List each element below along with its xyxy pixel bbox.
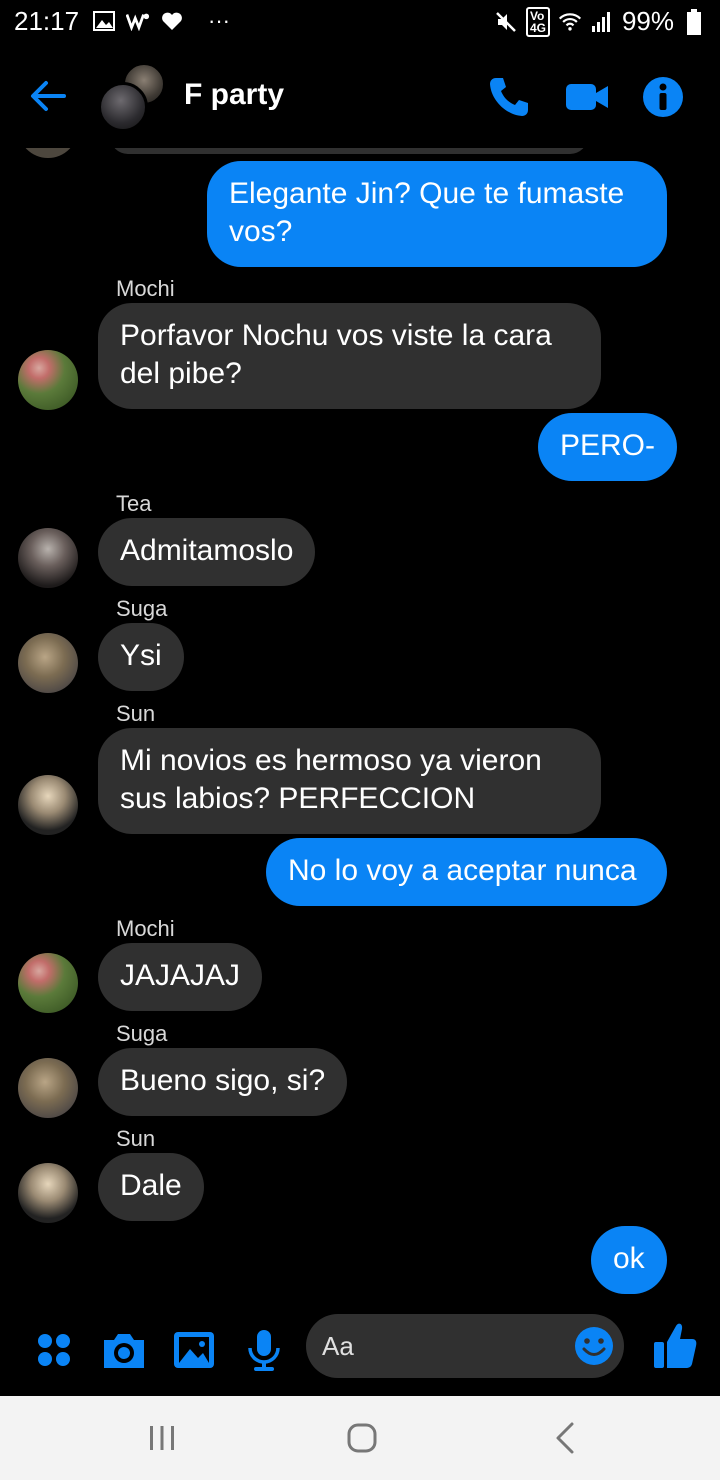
group-avatar[interactable]: [98, 62, 168, 132]
status-time: 21:17: [14, 6, 80, 36]
sender-name: Mochi: [116, 276, 175, 301]
message-text: Admitamoslo: [120, 534, 294, 567]
status-bar: 21:17 ··· Vo 4G 99%: [0, 0, 720, 44]
back-arrow-icon[interactable]: [28, 76, 68, 116]
outgoing-message[interactable]: Elegante Jin? Que te fumaste vos?: [207, 161, 667, 267]
avatar: [18, 148, 78, 158]
sender-name: Sun: [116, 1126, 156, 1151]
sender-name: Sun: [116, 701, 156, 726]
avatar[interactable]: [18, 953, 78, 1013]
more-notifications-icon: ···: [208, 8, 230, 33]
volte-4g-icon: Vo 4G: [525, 6, 550, 37]
message-input-container[interactable]: [306, 1314, 624, 1378]
sender-name: Suga: [116, 1021, 168, 1046]
emoji-icon[interactable]: [572, 1324, 616, 1368]
message-text: PERO-: [560, 429, 656, 462]
w-app-notification-icon: [126, 9, 150, 33]
incoming-message[interactable]: Ysi: [98, 623, 184, 691]
message-text: Dale: [120, 1169, 182, 1202]
avatar[interactable]: [18, 350, 78, 410]
group-avatar-member: [98, 82, 148, 132]
battery-percent: 99%: [621, 6, 674, 36]
notification-icons: ···: [92, 8, 230, 34]
recent-apps-icon[interactable]: [142, 1418, 182, 1458]
message-text: Porfavor Nochu vos viste la cara del pib…: [120, 319, 552, 390]
phone-icon[interactable]: [486, 74, 532, 120]
system-nav-bar: [0, 1396, 720, 1480]
avatar[interactable]: [18, 1058, 78, 1118]
message-text: Bueno sigo, si?: [120, 1064, 326, 1097]
incoming-message[interactable]: Mi novios es hermoso ya vieron sus labio…: [98, 728, 601, 834]
camera-icon[interactable]: [100, 1326, 148, 1374]
message-input[interactable]: [322, 1328, 562, 1364]
incoming-message[interactable]: Porfavor Nochu vos viste la cara del pib…: [98, 303, 601, 409]
battery-icon: [682, 8, 706, 35]
mute-icon: [494, 10, 518, 34]
four-dots-menu-icon[interactable]: [30, 1326, 78, 1374]
info-icon[interactable]: [640, 74, 686, 120]
gallery-notification-icon: [92, 9, 116, 33]
outgoing-message[interactable]: ok: [591, 1226, 667, 1294]
message-text: JAJAJAJ: [120, 959, 241, 992]
message-bubble-partial: [110, 148, 588, 154]
message-text: Elegante Jin? Que te fumaste vos?: [229, 177, 625, 248]
home-icon[interactable]: [342, 1418, 382, 1458]
incoming-message[interactable]: Admitamoslo: [98, 518, 316, 586]
outgoing-message[interactable]: No lo voy a aceptar nunca: [266, 838, 667, 906]
message-text: Ysi: [120, 639, 162, 672]
chat-header: F party: [0, 44, 720, 148]
avatar[interactable]: [18, 1163, 78, 1223]
avatar[interactable]: [18, 633, 78, 693]
video-call-icon[interactable]: [564, 74, 610, 120]
sender-name: Suga: [116, 596, 168, 621]
message-text: Mi novios es hermoso ya vieron sus labio…: [120, 744, 542, 815]
message-list[interactable]: Elegante Jin? Que te fumaste vos? Mochi …: [0, 148, 720, 1308]
message-text: No lo voy a aceptar nunca: [288, 854, 637, 887]
status-right: Vo 4G 99%: [494, 6, 706, 37]
sender-name: Tea: [116, 491, 152, 516]
thumbs-up-icon[interactable]: [652, 1320, 698, 1370]
sender-name: Mochi: [116, 916, 175, 941]
signal-icon: [590, 10, 614, 34]
incoming-message[interactable]: Dale: [98, 1153, 204, 1221]
composer-bar: [0, 1308, 720, 1394]
heart-notification-icon: [160, 9, 184, 33]
incoming-message[interactable]: Bueno sigo, si?: [98, 1048, 348, 1116]
avatar[interactable]: [18, 528, 78, 588]
chat-title[interactable]: F party: [184, 78, 284, 112]
outgoing-message[interactable]: PERO-: [538, 413, 678, 481]
microphone-icon[interactable]: [240, 1326, 288, 1374]
wifi-icon: [558, 10, 582, 34]
avatar[interactable]: [18, 775, 78, 835]
message-text: ok: [613, 1242, 645, 1275]
incoming-message[interactable]: JAJAJAJ: [98, 943, 263, 1011]
back-icon[interactable]: [546, 1418, 586, 1458]
gallery-icon[interactable]: [170, 1326, 218, 1374]
